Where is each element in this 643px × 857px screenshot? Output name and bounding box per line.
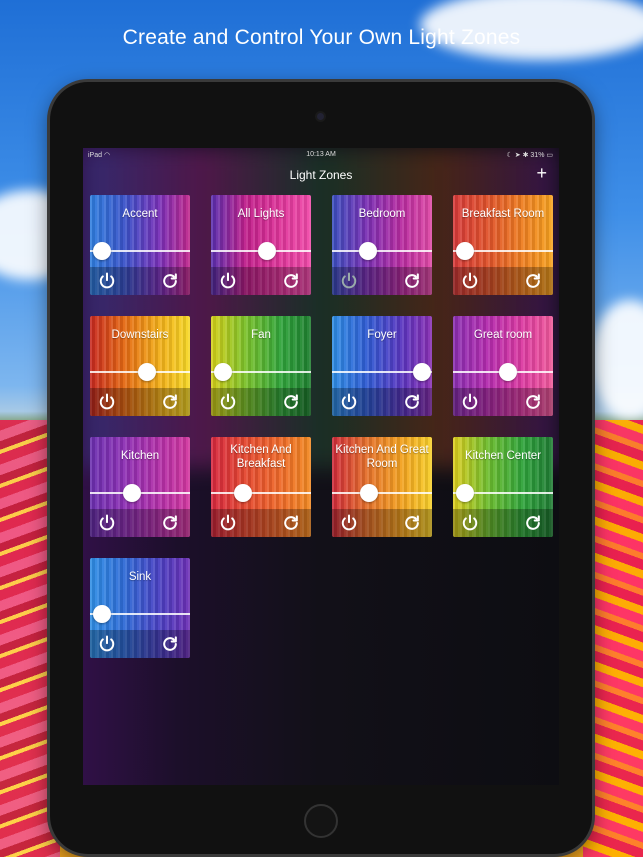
zone-tile[interactable]: Downstairs <box>90 316 190 416</box>
brightness-slider-track[interactable] <box>332 492 432 494</box>
power-icon[interactable] <box>218 392 238 412</box>
zone-controls <box>90 630 190 658</box>
status-bar: iPad ◠ 10:13 AM ☾ ➤ ✱ 31% ▭ <box>83 148 559 162</box>
add-zone-button[interactable]: + <box>536 164 547 182</box>
refresh-icon[interactable] <box>160 271 180 291</box>
page-title: Light Zones <box>289 168 353 182</box>
zone-tile[interactable]: Fan <box>211 316 311 416</box>
zone-tile[interactable]: Accent <box>90 195 190 295</box>
zone-label: Fan <box>251 329 271 341</box>
refresh-icon[interactable] <box>160 634 180 654</box>
refresh-icon[interactable] <box>281 271 301 291</box>
zone-label: Breakfast Room <box>461 208 545 220</box>
zone-tile[interactable]: Foyer <box>332 316 432 416</box>
zone-controls <box>332 388 432 416</box>
zone-tile[interactable]: All Lights <box>211 195 311 295</box>
power-icon[interactable] <box>218 513 238 533</box>
zone-label: Foyer <box>367 329 397 341</box>
zone-tile[interactable]: Kitchen <box>90 437 190 537</box>
zone-tile[interactable]: Breakfast Room <box>453 195 553 295</box>
zone-label: Kitchen And Great Room <box>335 444 429 470</box>
brightness-slider-knob[interactable] <box>360 484 378 502</box>
zone-controls <box>90 509 190 537</box>
power-icon[interactable] <box>97 513 117 533</box>
brightness-slider-knob[interactable] <box>359 242 377 260</box>
zone-controls <box>211 509 311 537</box>
power-icon[interactable] <box>460 392 480 412</box>
refresh-icon[interactable] <box>160 392 180 412</box>
zone-controls <box>453 388 553 416</box>
headline: Create and Control Your Own Light Zones <box>122 26 521 49</box>
power-icon[interactable] <box>460 513 480 533</box>
zone-label: Kitchen Center <box>464 450 542 462</box>
cloud-right <box>590 300 643 420</box>
brightness-slider-knob[interactable] <box>499 363 517 381</box>
moon-icon: ☾ <box>506 152 513 159</box>
status-right: ☾ ➤ ✱ 31% ▭ <box>507 151 553 159</box>
refresh-icon[interactable] <box>160 513 180 533</box>
zone-controls <box>211 388 311 416</box>
refresh-icon[interactable] <box>281 513 301 533</box>
brightness-slider-track[interactable] <box>332 250 432 252</box>
refresh-icon[interactable] <box>523 513 543 533</box>
home-button[interactable] <box>304 804 338 838</box>
brightness-slider-knob[interactable] <box>456 484 474 502</box>
brightness-slider-knob[interactable] <box>258 242 276 260</box>
brightness-slider-knob[interactable] <box>214 363 232 381</box>
brightness-slider-track[interactable] <box>211 492 311 494</box>
refresh-icon[interactable] <box>402 271 422 291</box>
refresh-icon[interactable] <box>523 271 543 291</box>
power-icon[interactable] <box>339 271 359 291</box>
zone-label: Kitchen <box>120 450 160 462</box>
battery-icon: ▭ <box>546 152 553 159</box>
power-icon[interactable] <box>97 634 117 654</box>
zone-controls <box>90 388 190 416</box>
zone-label: All Lights <box>237 208 285 220</box>
status-time: 10:13 AM <box>306 151 336 158</box>
zone-tile[interactable]: Great room <box>453 316 553 416</box>
navigation-bar: Light Zones + <box>83 164 559 186</box>
brightness-slider-knob[interactable] <box>234 484 252 502</box>
zone-tile[interactable]: Kitchen Center <box>453 437 553 537</box>
zone-controls <box>453 509 553 537</box>
zone-label: Bedroom <box>358 208 406 220</box>
refresh-icon[interactable] <box>523 392 543 412</box>
zone-label: Downstairs <box>111 329 169 341</box>
power-icon[interactable] <box>97 271 117 291</box>
tulip-field-right <box>583 420 643 857</box>
app-screen: iPad ◠ 10:13 AM ☾ ➤ ✱ 31% ▭ Light Zones … <box>83 148 559 785</box>
refresh-icon[interactable] <box>402 513 422 533</box>
brightness-slider-knob[interactable] <box>413 363 431 381</box>
zone-controls <box>90 267 190 295</box>
power-icon[interactable] <box>460 271 480 291</box>
zone-controls <box>211 267 311 295</box>
zone-label: Great room <box>473 329 533 341</box>
zone-label: Accent <box>122 208 158 220</box>
battery-percent: 31% <box>530 152 545 159</box>
brightness-slider-knob[interactable] <box>138 363 156 381</box>
power-icon[interactable] <box>218 271 238 291</box>
zone-tile[interactable]: Bedroom <box>332 195 432 295</box>
camera-icon <box>317 113 324 120</box>
brightness-slider-knob[interactable] <box>456 242 474 260</box>
zone-label: Kitchen And Breakfast <box>230 444 292 470</box>
zone-label: Sink <box>128 571 152 583</box>
refresh-icon[interactable] <box>402 392 422 412</box>
zone-tile[interactable]: Kitchen And Great Room <box>332 437 432 537</box>
brightness-slider-knob[interactable] <box>93 242 111 260</box>
zone-controls <box>332 509 432 537</box>
power-icon[interactable] <box>339 392 359 412</box>
power-icon[interactable] <box>339 513 359 533</box>
zone-tile[interactable]: Sink <box>90 558 190 658</box>
zone-controls <box>332 267 432 295</box>
brightness-slider-knob[interactable] <box>93 605 111 623</box>
refresh-icon[interactable] <box>281 392 301 412</box>
brightness-slider-knob[interactable] <box>123 484 141 502</box>
zone-tile[interactable]: Kitchen And Breakfast <box>211 437 311 537</box>
zone-controls <box>453 267 553 295</box>
plus-icon: + <box>536 163 547 183</box>
power-icon[interactable] <box>97 392 117 412</box>
bluetooth-icon: ✱ <box>522 152 529 159</box>
location-icon: ➤ <box>514 152 521 159</box>
